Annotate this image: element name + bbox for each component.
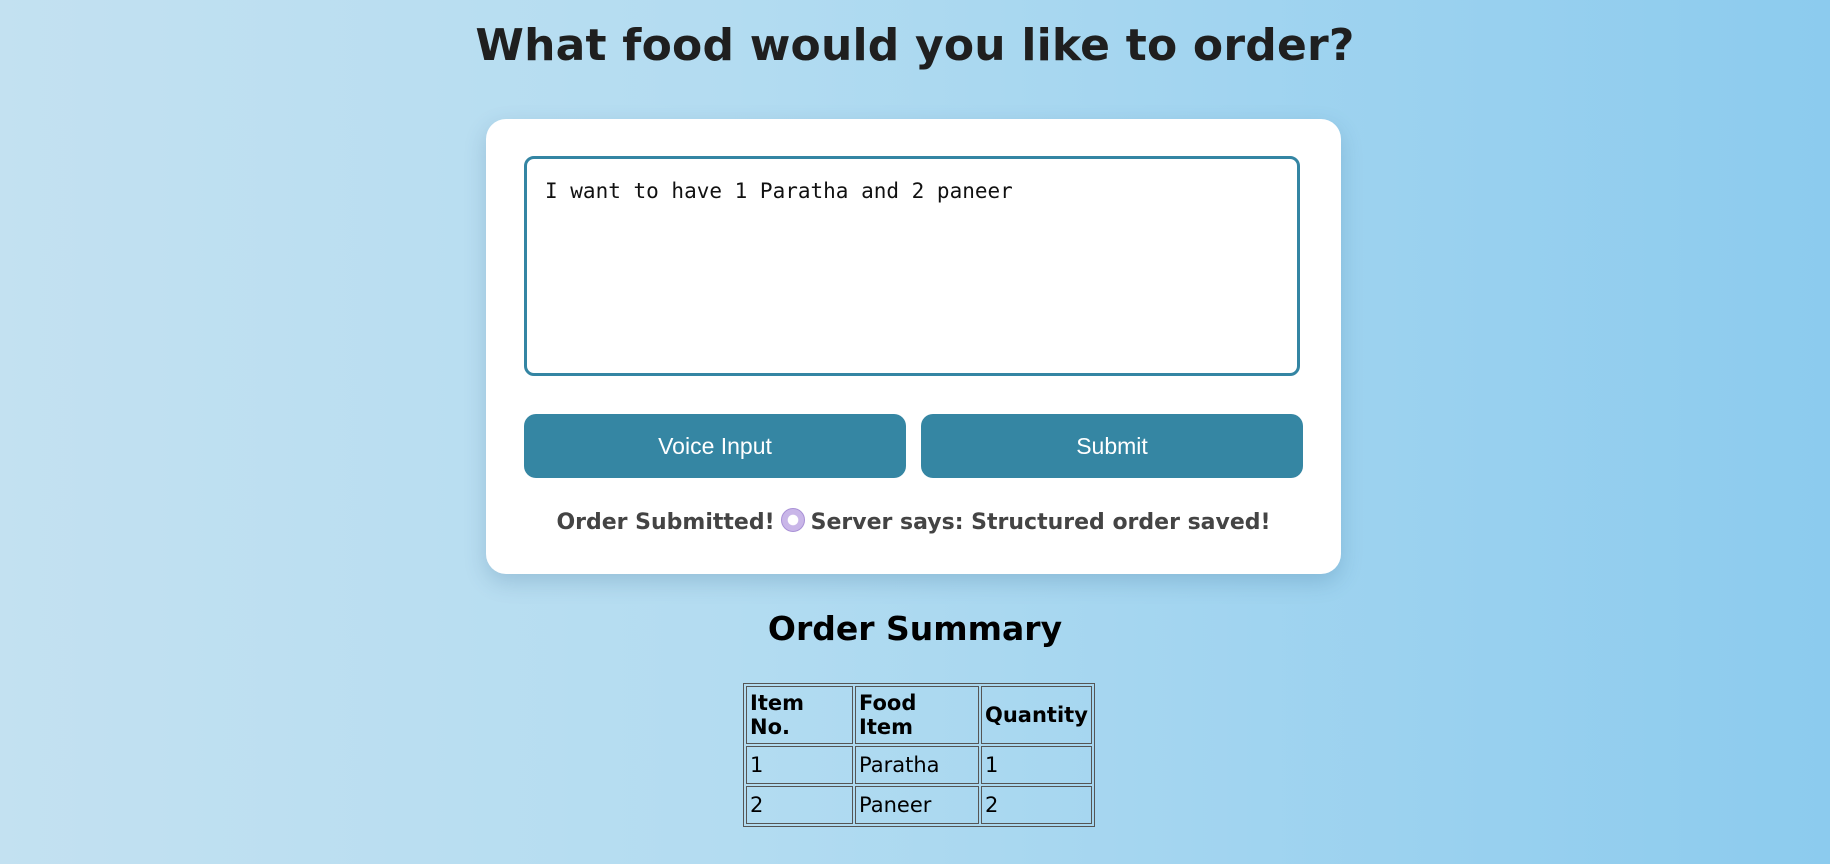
order-summary-title: Order Summary (767, 609, 1063, 648)
submit-button[interactable]: Submit (921, 414, 1303, 478)
order-card: Voice Input Submit Order Submitted! Serve… (486, 119, 1341, 574)
plate-with-cutlery-icon (780, 508, 805, 532)
status-message: Order Submitted! Server says: Structured … (486, 508, 1341, 535)
table-row: 2 Paneer 2 (746, 786, 1092, 824)
header-food-item: Food Item (855, 686, 979, 744)
order-summary-table: Item No. Food Item Quantity 1 Paratha 1 … (743, 683, 1095, 827)
cell-quantity: 1 (981, 746, 1092, 784)
table-row: 1 Paratha 1 (746, 746, 1092, 784)
status-prefix: Order Submitted! (556, 510, 775, 535)
status-suffix: Server says: Structured order saved! (810, 510, 1271, 535)
table-header-row: Item No. Food Item Quantity (746, 686, 1092, 744)
header-item-no: Item No. (746, 686, 853, 744)
order-input[interactable] (524, 156, 1300, 376)
cell-food-item: Paratha (855, 746, 979, 784)
cell-item-no: 2 (746, 786, 853, 824)
header-quantity: Quantity (981, 686, 1092, 744)
voice-input-button[interactable]: Voice Input (524, 414, 906, 478)
cell-item-no: 1 (746, 746, 853, 784)
cell-quantity: 2 (981, 786, 1092, 824)
cell-food-item: Paneer (855, 786, 979, 824)
page-title: What food would you like to order? (475, 20, 1355, 71)
